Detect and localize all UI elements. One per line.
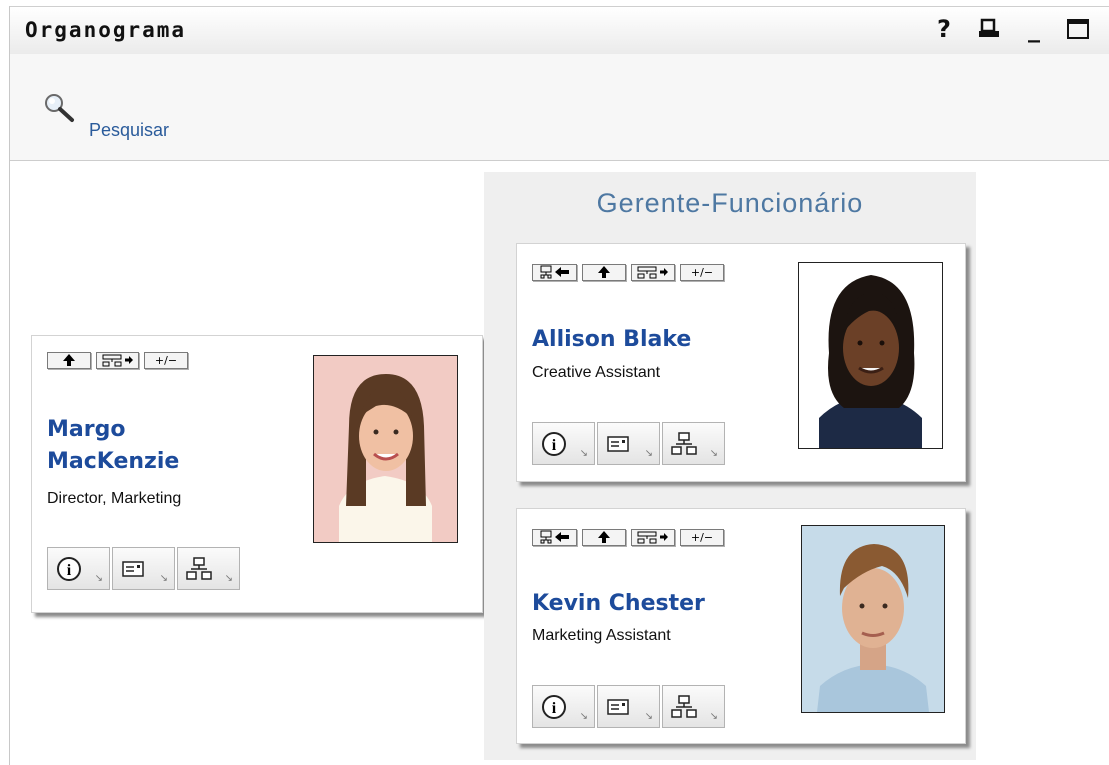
employee-nav-buttons: +/− <box>532 529 724 546</box>
toggle-button[interactable]: +/− <box>144 352 188 369</box>
back-to-root-icon <box>540 530 569 544</box>
employee-card: +/− Kevin Chester Marketing Assistant i … <box>516 508 966 744</box>
email-icon <box>607 699 629 715</box>
job-title: Marketing Assistant <box>532 627 671 644</box>
email-icon <box>122 561 144 577</box>
root-nav-buttons: +/− <box>47 352 188 369</box>
root-action-buttons: i ↘ ↘ ↘ <box>47 547 242 590</box>
expand-org-icon <box>637 266 668 279</box>
person-photo <box>798 262 943 449</box>
person-name[interactable]: Allison Blake <box>532 324 691 356</box>
arrow-up-icon <box>598 266 610 278</box>
expand-subordinates-button[interactable] <box>631 529 675 546</box>
employee-card: +/− Allison Blake Creative Assistant i ↘… <box>516 243 966 482</box>
info-icon: i <box>542 432 566 456</box>
employee-action-buttons: i ↘ ↘ ↘ <box>532 422 727 465</box>
org-chart-button[interactable]: ↘ <box>177 547 240 590</box>
up-level-button[interactable] <box>47 352 91 369</box>
portrait-image <box>802 526 944 712</box>
back-to-root-button[interactable] <box>532 264 577 281</box>
expand-org-icon <box>637 531 668 544</box>
up-level-button[interactable] <box>582 529 626 546</box>
back-to-root-icon <box>540 265 569 279</box>
toggle-button[interactable]: +/− <box>680 264 724 281</box>
org-chart-icon <box>671 432 697 455</box>
panel-title: Gerente-Funcionário <box>596 188 864 218</box>
root-person-card: +/− Margo MacKenzie Director, Marketing … <box>31 335 483 613</box>
person-photo <box>801 525 945 713</box>
search-link[interactable]: Pesquisar <box>89 120 169 141</box>
employee-action-buttons: i ↘ ↘ ↘ <box>532 685 727 728</box>
email-icon <box>607 436 629 452</box>
maximize-icon[interactable] <box>1064 15 1092 43</box>
org-chart-button[interactable]: ↘ <box>662 685 725 728</box>
arrow-up-icon <box>598 531 610 543</box>
job-title: Director, Marketing <box>47 490 182 507</box>
portrait-image <box>799 263 942 448</box>
search-toolbar: Pesquisar <box>10 54 1109 161</box>
email-button[interactable]: ↘ <box>597 422 660 465</box>
portlet-title: Organograma <box>25 18 187 42</box>
up-level-button[interactable] <box>582 264 626 281</box>
employee-nav-buttons: +/− <box>532 264 724 281</box>
print-icon[interactable] <box>975 15 1003 43</box>
svg-text:i: i <box>552 437 557 454</box>
person-name[interactable]: Kevin Chester <box>532 588 705 620</box>
arrow-up-icon <box>63 354 75 366</box>
info-icon: i <box>542 695 566 719</box>
info-button[interactable]: i ↘ <box>532 422 595 465</box>
portrait-image <box>339 374 432 542</box>
back-to-root-button[interactable] <box>532 529 577 546</box>
expand-subordinates-button[interactable] <box>96 352 139 369</box>
toggle-button[interactable]: +/− <box>680 529 724 546</box>
help-icon[interactable]: ? <box>930 15 958 43</box>
org-chart-icon <box>671 695 697 718</box>
email-button[interactable]: ↘ <box>112 547 175 590</box>
expand-org-icon <box>102 354 133 367</box>
svg-text:i: i <box>552 700 557 717</box>
person-name[interactable]: Margo MacKenzie <box>47 414 179 478</box>
info-icon: i <box>57 557 81 581</box>
email-button[interactable]: ↘ <box>597 685 660 728</box>
portlet-titlebar: Organograma ? _ <box>10 6 1109 55</box>
minimize-icon[interactable]: _ <box>1020 15 1048 43</box>
svg-text:i: i <box>67 562 72 579</box>
job-title: Creative Assistant <box>532 364 661 381</box>
org-chart-button[interactable]: ↘ <box>662 422 725 465</box>
person-photo <box>313 355 458 543</box>
info-button[interactable]: i ↘ <box>532 685 595 728</box>
magnifier-icon[interactable] <box>42 91 78 123</box>
info-button[interactable]: i ↘ <box>47 547 110 590</box>
org-chart-icon <box>186 557 212 580</box>
expand-subordinates-button[interactable] <box>631 264 675 281</box>
